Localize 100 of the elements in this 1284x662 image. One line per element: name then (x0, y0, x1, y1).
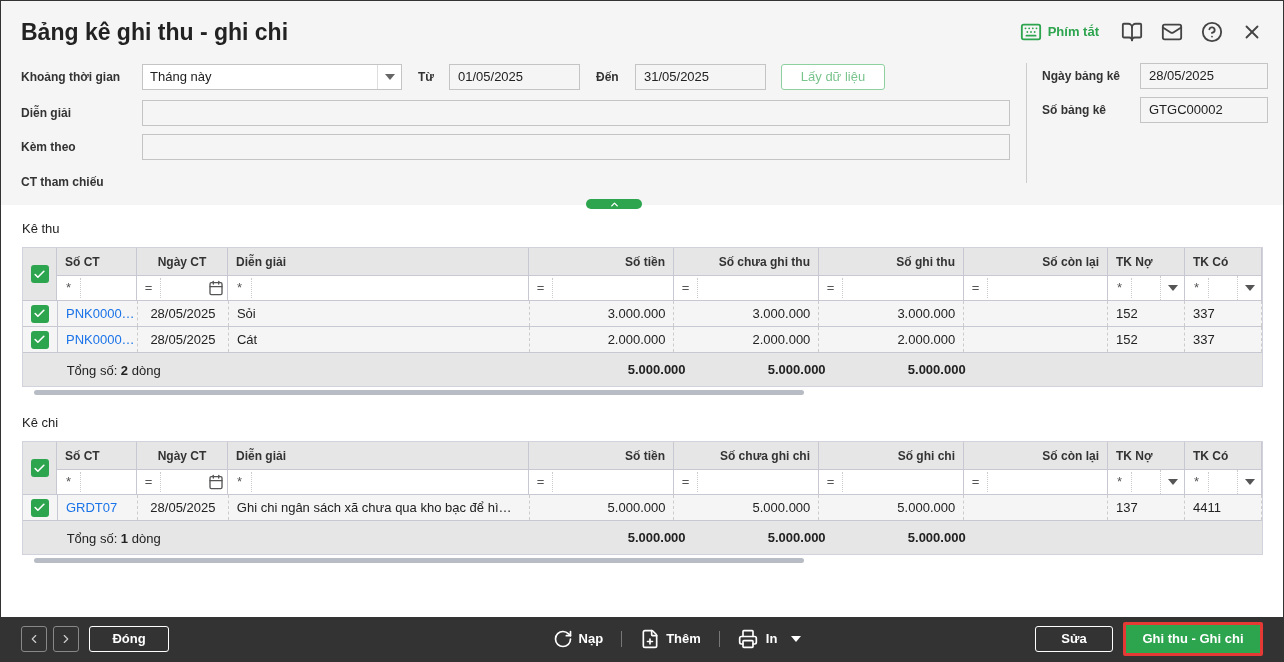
row-count: Tổng số: 2 dòng (66, 362, 161, 378)
dropdown-caret-icon[interactable] (384, 74, 395, 80)
total-cell-text: 5.000.000 (767, 360, 826, 379)
next-button[interactable] (53, 626, 79, 652)
add-button[interactable]: Thêm (640, 629, 701, 649)
check-icon (33, 461, 46, 475)
table-cell-text: 2.000.000 (752, 330, 811, 349)
period-dropdown[interactable]: Tháng này (142, 64, 402, 90)
column-header[interactable]: TK Có (1193, 252, 1229, 271)
filter-operator[interactable]: = (964, 472, 988, 492)
table-cell-text: 5.000.000 (752, 498, 811, 517)
reload-button[interactable]: Nạp (552, 629, 604, 649)
filter-operator[interactable]: * (228, 278, 252, 298)
total-cell-text: 5.000.000 (627, 528, 686, 547)
field-label: Kèm theo (21, 139, 77, 156)
filter-operator[interactable]: = (674, 278, 698, 298)
edit-button[interactable]: Sửa (1035, 626, 1113, 652)
keyboard-icon (1019, 21, 1042, 43)
total-cell-text: 5.000.000 (767, 528, 826, 547)
section-title: Kê thu (22, 220, 61, 238)
column-header[interactable]: Số tiền (625, 252, 665, 271)
column-header[interactable]: Số chưa ghi chi (719, 446, 810, 465)
filter-operator[interactable]: * (1185, 472, 1209, 492)
column-header[interactable]: TK Nợ (1116, 252, 1153, 271)
filter-operator[interactable]: = (137, 472, 161, 492)
filter-operator[interactable]: = (819, 472, 843, 492)
column-header[interactable]: Diễn giải (236, 446, 286, 465)
voucher-link[interactable]: PNK0000… (65, 329, 135, 350)
statement-number-field[interactable]: GTGC00002 (1140, 97, 1268, 123)
check-icon (33, 267, 46, 281)
column-header[interactable]: Ngày CT (157, 252, 207, 271)
column-header[interactable]: Diễn giải (236, 252, 286, 271)
filter-operator[interactable]: * (1108, 472, 1132, 492)
table-cell-text: 152 (1116, 304, 1138, 323)
close-button[interactable]: Đóng (89, 626, 169, 652)
table-cell-text: 2.000.000 (897, 330, 956, 349)
column-header[interactable]: TK Có (1193, 446, 1229, 465)
filter-operator[interactable]: = (137, 278, 161, 298)
row-count: Tổng số: 1 dòng (66, 530, 161, 546)
calendar-icon[interactable] (208, 474, 224, 490)
field-label: Diễn giải (21, 104, 72, 122)
field-label: Đến (596, 69, 620, 86)
statement-date-field[interactable]: 28/05/2025 (1140, 63, 1268, 89)
from-date-field[interactable]: 01/05/2025 (449, 64, 580, 90)
help-icon[interactable] (1201, 21, 1223, 43)
print-button[interactable]: In (737, 629, 778, 649)
filter-operator[interactable]: = (674, 472, 698, 492)
filter-operator[interactable]: = (529, 278, 553, 298)
checkbox[interactable] (31, 330, 49, 349)
field-label: Từ (418, 69, 436, 86)
mail-icon[interactable] (1161, 21, 1183, 43)
column-header[interactable]: Ngày CT (157, 446, 207, 465)
dropdown-caret-icon[interactable] (1167, 479, 1178, 485)
collapse-button[interactable] (586, 199, 642, 209)
scrollbar-thumb[interactable] (34, 557, 804, 563)
filter-operator[interactable]: * (1185, 278, 1209, 298)
column-header[interactable]: TK Nợ (1116, 446, 1153, 465)
checkbox[interactable] (30, 265, 49, 283)
table-cell-text: Cát (236, 330, 258, 349)
dropdown-caret-icon[interactable] (1167, 285, 1178, 291)
column-header[interactable]: Số tiền (625, 446, 665, 465)
column-header[interactable]: Số chưa ghi thu (718, 252, 810, 271)
checkbox[interactable] (31, 498, 49, 517)
table-cell-text: Sỏi (236, 304, 256, 323)
table-cell-text: 4411 (1193, 498, 1221, 517)
table-cell-text: 28/05/2025 (150, 330, 216, 349)
to-date-field[interactable]: 31/05/2025 (635, 64, 766, 90)
table-cell-text: 3.000.000 (897, 304, 956, 323)
column-header[interactable]: Số ghi chi (897, 446, 955, 465)
table-cell-text: 337 (1193, 304, 1215, 323)
dropdown-caret-icon[interactable] (1244, 479, 1255, 485)
field-label: CT tham chiếu (21, 174, 104, 191)
book-view-icon[interactable] (1121, 21, 1143, 43)
filter-operator[interactable]: = (964, 278, 988, 298)
voucher-link[interactable]: GRDT07 (65, 497, 118, 518)
table-cell-text: 5.000.000 (607, 498, 666, 517)
voucher-link[interactable]: PNK0000… (65, 303, 135, 324)
dropdown-caret-icon[interactable] (1244, 285, 1255, 291)
column-header[interactable]: Số CT (65, 252, 100, 271)
column-header[interactable]: Số CT (65, 446, 100, 465)
column-header[interactable]: Số ghi thu (896, 252, 955, 271)
scrollbar-thumb[interactable] (34, 389, 804, 395)
filter-operator[interactable]: * (57, 278, 81, 298)
checkbox[interactable] (30, 459, 49, 477)
filter-operator[interactable]: * (1108, 278, 1132, 298)
section-title: Kê chi (22, 414, 60, 432)
filter-operator[interactable]: = (819, 278, 843, 298)
description-field[interactable] (142, 100, 1010, 126)
calendar-icon[interactable] (208, 280, 224, 296)
printer-icon (737, 629, 758, 649)
table-cell-text: Ghi chi ngân sách xã chưa qua kho bạc để hì… (236, 498, 512, 517)
filter-operator[interactable]: * (228, 472, 252, 492)
attached-field[interactable] (142, 134, 1010, 160)
filter-operator[interactable]: * (57, 472, 81, 492)
table-cell-text: 3.000.000 (607, 304, 666, 323)
checkbox[interactable] (31, 304, 49, 323)
previous-button[interactable] (21, 626, 47, 652)
column-header[interactable]: Số còn lại (1042, 252, 1099, 271)
column-header[interactable]: Số còn lại (1042, 446, 1099, 465)
filter-operator[interactable]: = (529, 472, 553, 492)
